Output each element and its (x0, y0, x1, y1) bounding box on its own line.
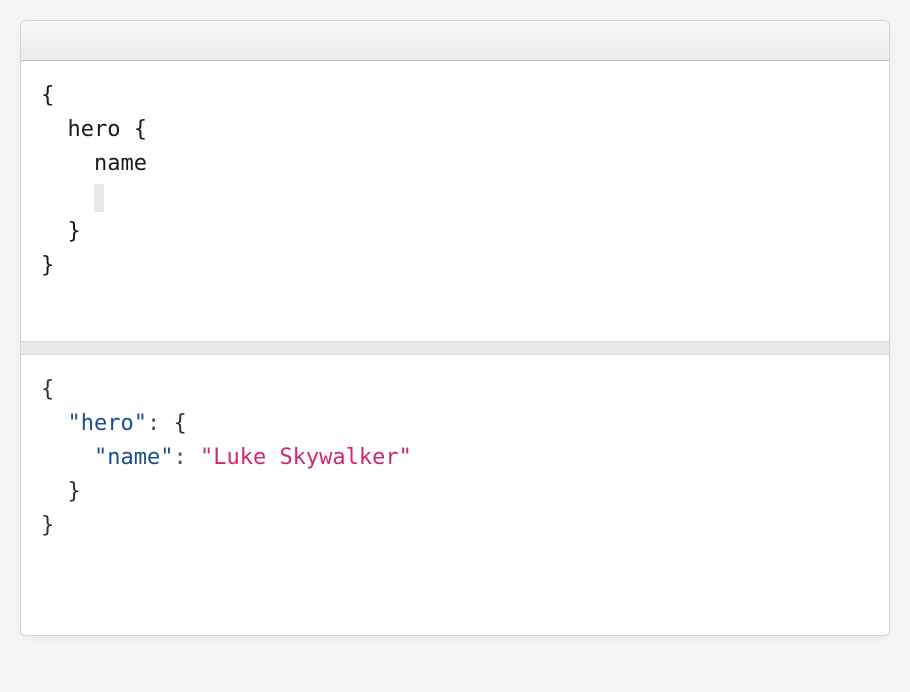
result-line: { (41, 373, 869, 407)
editor-window: { hero { name } } { "hero": { "name": "L… (20, 20, 890, 636)
result-line: } (41, 509, 869, 543)
query-editor-pane[interactable]: { hero { name } } (21, 61, 889, 341)
window-titlebar (21, 21, 889, 61)
colon: : (147, 411, 174, 436)
brace-close: } (68, 479, 81, 504)
query-line[interactable]: } (41, 215, 869, 249)
json-string-value: "Luke Skywalker" (200, 445, 412, 470)
json-key: "hero" (68, 411, 147, 436)
pane-divider[interactable] (21, 341, 889, 355)
result-pane: { "hero": { "name": "Luke Skywalker" } } (21, 355, 889, 635)
result-line: "hero": { (41, 407, 869, 441)
text-cursor (94, 184, 104, 213)
query-line-cursor[interactable] (41, 181, 869, 215)
cursor-indent (41, 185, 94, 210)
brace-open: { (173, 411, 186, 436)
query-line[interactable]: name (41, 147, 869, 181)
result-line: } (41, 475, 869, 509)
query-line[interactable]: hero { (41, 113, 869, 147)
json-key: "name" (94, 445, 173, 470)
brace-open: { (41, 377, 54, 402)
brace-close: } (41, 513, 54, 538)
query-line[interactable]: } (41, 249, 869, 283)
colon: : (173, 445, 200, 470)
result-line: "name": "Luke Skywalker" (41, 441, 869, 475)
query-line[interactable]: { (41, 79, 869, 113)
